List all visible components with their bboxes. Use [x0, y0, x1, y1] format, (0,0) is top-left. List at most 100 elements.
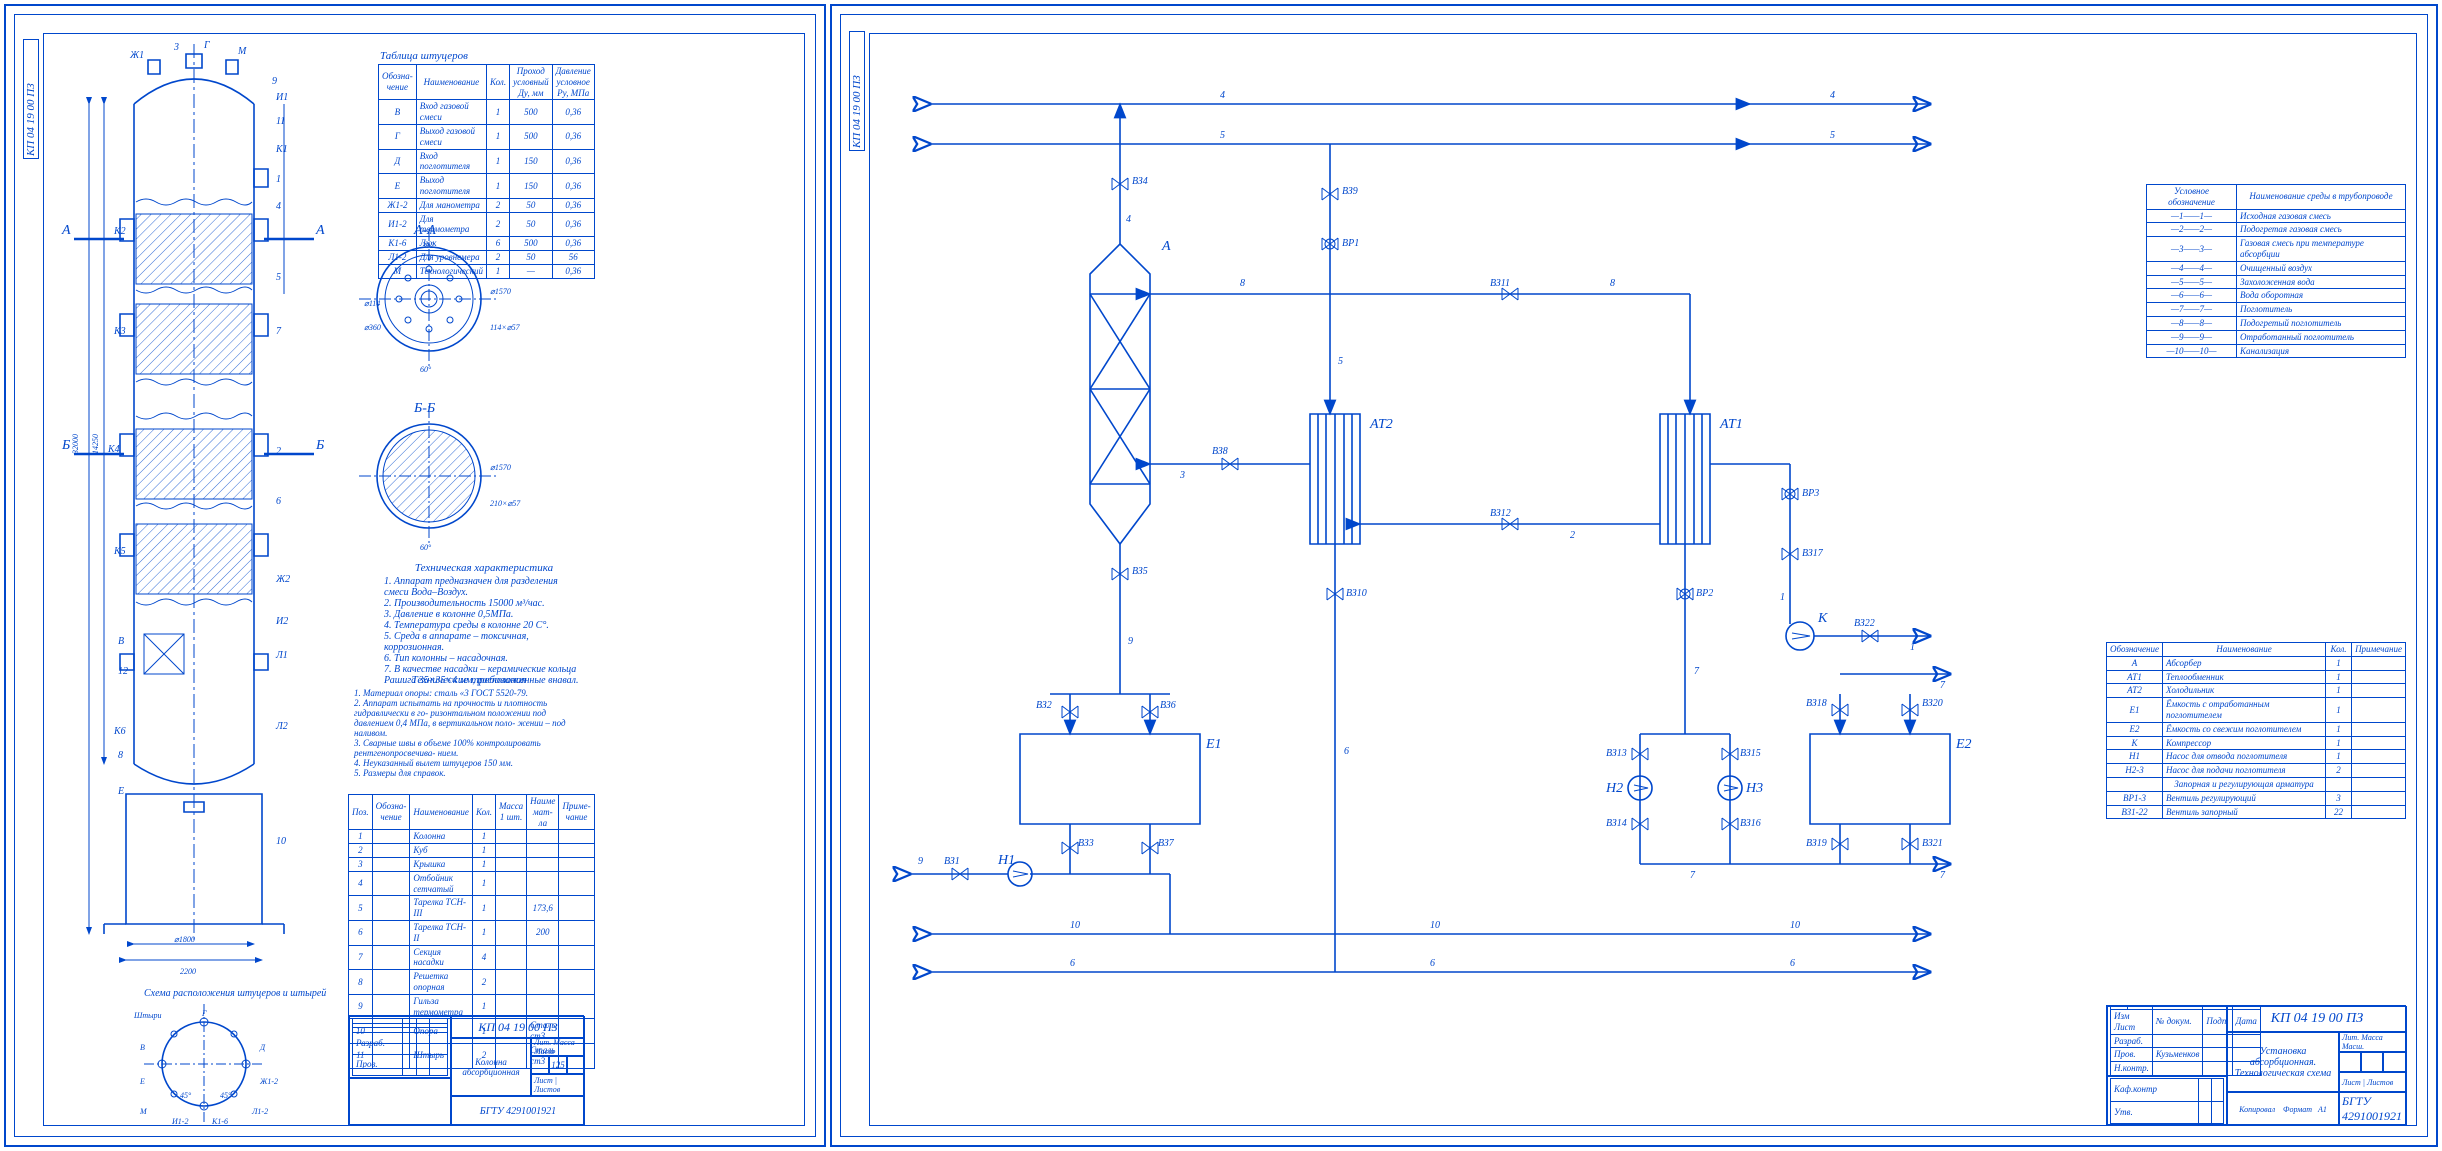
str5a: 5	[1220, 130, 1225, 141]
mark-10: 10	[276, 836, 286, 847]
mark-2: 2	[276, 446, 281, 457]
mark-1: 1	[276, 174, 281, 185]
s2-side-code: КП 04 19 00 ПЗ	[849, 31, 865, 151]
str7c: 7	[1940, 680, 1946, 691]
lbl-E2: Е2	[1955, 737, 1972, 752]
v-vz3: ВЗ3	[1078, 838, 1094, 849]
bb-60: 60°	[420, 543, 432, 552]
v-vz8: ВЗ8	[1212, 446, 1228, 457]
equipment-table: ОбозначениеНаименованиеКол.Примечание АА…	[2106, 642, 2406, 819]
str1: 1	[1910, 642, 1915, 653]
mark-zh2: Ж2	[275, 574, 290, 585]
v-vz20: ВЗ20	[1922, 698, 1943, 709]
v-vz11: ВЗ11	[1490, 278, 1510, 289]
mark-12: 12	[118, 666, 128, 677]
v-vz21: ВЗ21	[1922, 838, 1943, 849]
mark-5: 5	[276, 272, 281, 283]
mark-4: 4	[276, 201, 281, 212]
str3: 3	[1179, 470, 1185, 481]
bm-m: М	[139, 1107, 148, 1116]
mark-l1: Л1	[275, 650, 288, 661]
str7a: 7	[1694, 666, 1700, 677]
mark-6: 6	[276, 496, 281, 507]
lbl-AT1: АТ1	[1719, 417, 1743, 432]
mark-m: М	[237, 46, 247, 57]
bm-g: Г	[201, 1009, 207, 1018]
str7d: 7	[1940, 870, 1946, 881]
aa-60: 60°	[420, 365, 432, 374]
dim-14250: 14250	[91, 434, 100, 454]
str1b: 1	[1780, 592, 1785, 603]
mark-i1: И1	[275, 92, 288, 103]
s1-doc-code: КП 04 19 00 ПЗ	[451, 1016, 585, 1038]
v-vz7: ВЗ7	[1158, 838, 1175, 849]
s1-org: БГТУ 4291001921	[451, 1096, 585, 1126]
nozzle-table-title: Таблица штуцеров	[380, 50, 468, 62]
str8b: 8	[1610, 278, 1615, 289]
sheet-1: ⌀1800 2200 32000 14250 А А Б Б Ж1 3 Г М …	[4, 4, 826, 1147]
v-vz14: ВЗ14	[1606, 818, 1627, 829]
bm-d: Д	[259, 1043, 266, 1052]
mark-l2: Л2	[275, 721, 288, 732]
str5b: 5	[1830, 130, 1835, 141]
bm-v: В	[140, 1043, 145, 1052]
v-vz2: ВЗ2	[1036, 700, 1052, 711]
v-vz15: ВЗ15	[1740, 748, 1761, 759]
mark-9: 9	[272, 76, 277, 87]
mark-v: В	[118, 636, 124, 647]
bottom-schema-title: Схема расположения штуцеров и штырей	[144, 988, 326, 999]
title-block-s1: Разраб. Пров. КП 04 19 00 ПЗ Колонна абс…	[348, 1015, 584, 1125]
sec-bb-title: Б-Б	[413, 401, 435, 416]
v-vz1: ВЗ1	[944, 856, 960, 867]
bm-e: Е	[139, 1077, 145, 1086]
sheet-2-inner: 4 4 5 5 А ВЗ4 4 ВЗ9 ВР1 ВЗ11 8 8 5 АТ2 В…	[840, 14, 2428, 1137]
bb-holes: 210×⌀57	[490, 499, 521, 508]
v-vz13: ВЗ13	[1606, 748, 1627, 759]
nozzle-table: Обозна- чениеНаименованиеКол.Проход усло…	[378, 64, 595, 279]
mark-k1: К1	[275, 144, 288, 155]
pipe-legend: Условное обозначениеНаименование среды в…	[2146, 184, 2406, 358]
v-vz16: ВЗ16	[1740, 818, 1761, 829]
s2-org: БГТУ 4291001921	[2339, 1092, 2407, 1126]
lbl-H1: Н1	[997, 853, 1015, 868]
mark-k6: К6	[113, 726, 126, 737]
tech-req: Технические требования 1. Материал опоры…	[354, 674, 584, 778]
s1-title: Колонна абсорбционная	[451, 1038, 531, 1096]
str10c: 10	[1790, 920, 1800, 931]
aa-d1570: ⌀1570	[490, 287, 511, 296]
dim-2200: 2200	[180, 967, 196, 976]
dim-32000: 32000	[71, 434, 80, 455]
v-vz9: ВЗ9	[1342, 186, 1358, 197]
v-vz10: ВЗ10	[1346, 588, 1367, 599]
title-block-s2: Изм Лист№ докум.Подп.Дата Разраб. Пров.К…	[2106, 1005, 2406, 1125]
mark-8: 8	[118, 750, 123, 761]
bm-45b: 45°	[220, 1091, 232, 1100]
mark-g: Г	[203, 40, 210, 51]
v-vz6: ВЗ6	[1160, 700, 1176, 711]
bm-k: К1-6	[211, 1117, 228, 1126]
s2-doc-code: КП 04 19 00 ПЗ	[2227, 1006, 2407, 1032]
mark-zh1: Ж1	[129, 50, 144, 61]
lbl-E1: Е1	[1205, 737, 1222, 752]
mark-k2: К2	[113, 226, 126, 237]
v-vz22: ВЗ22	[1854, 618, 1875, 629]
str6a: 6	[1070, 958, 1075, 969]
v-vp1: ВР1	[1342, 238, 1359, 249]
s1-side-code: КП 04 19 00 ПЗ	[23, 39, 39, 159]
bm-i12: Ж1-2	[259, 1077, 278, 1086]
mark-3: 3	[173, 42, 179, 53]
str4c: 4	[1126, 214, 1131, 225]
str10a: 10	[1070, 920, 1080, 931]
s2-title: Установка абсорбционная. Технологическая…	[2227, 1032, 2339, 1092]
v-vz4: ВЗ4	[1132, 176, 1148, 187]
mark-i2: И2	[275, 616, 288, 627]
str8a: 8	[1240, 278, 1245, 289]
mark-k5: К5	[113, 546, 126, 557]
sec-A-left: А	[61, 223, 71, 238]
str4b: 4	[1830, 90, 1835, 101]
aa-d114: ⌀114	[364, 299, 380, 308]
v-vz18: ВЗ18	[1806, 698, 1827, 709]
v-vz17: ВЗ17	[1802, 548, 1824, 559]
tech-char: Техническая характеристика 1. Аппарат пр…	[384, 562, 584, 686]
mark-k3: К3	[113, 326, 126, 337]
